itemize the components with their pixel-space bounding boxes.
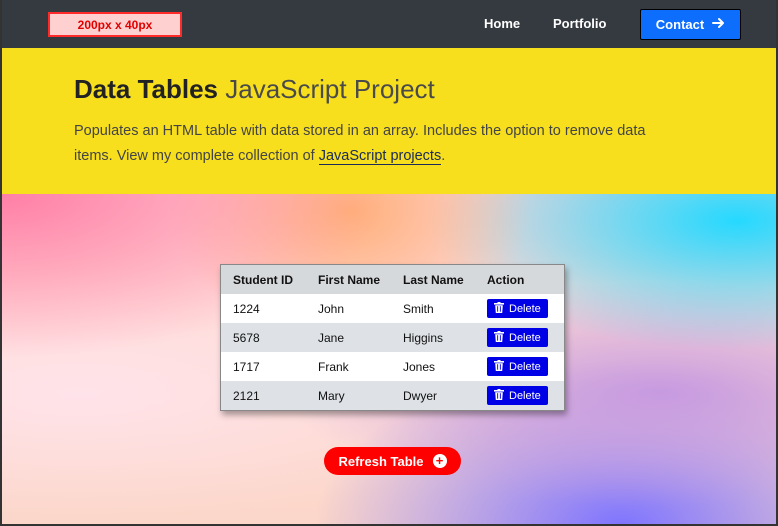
cell-student-id: 2121 [221, 381, 306, 410]
data-table-container: Student ID First Name Last Name Action 1… [220, 264, 565, 411]
cell-first-name: Mary [306, 381, 391, 410]
cell-last-name: Smith [391, 294, 475, 323]
arrow-right-icon [712, 17, 725, 32]
trash-icon [494, 330, 504, 345]
contact-button[interactable]: Contact [640, 9, 741, 40]
title-strong: Data Tables [74, 74, 219, 104]
delete-label: Delete [509, 302, 541, 315]
refresh-table-button[interactable]: Refresh Table + [324, 447, 461, 475]
javascript-projects-link[interactable]: JavaScript projects [318, 148, 442, 165]
table-row: 1717 Frank Jones Delete [221, 352, 564, 381]
header-first-name: First Name [306, 265, 391, 294]
header-student-id: Student ID [221, 265, 306, 294]
table-row: 5678 Jane Higgins Delete [221, 323, 564, 352]
cell-first-name: Jane [306, 323, 391, 352]
cell-action: Delete [475, 294, 564, 323]
delete-button[interactable]: Delete [487, 299, 548, 318]
table-row: 1224 John Smith Delete [221, 294, 564, 323]
delete-label: Delete [509, 389, 541, 402]
delete-button[interactable]: Delete [487, 328, 548, 347]
trash-icon [494, 301, 504, 316]
title-light: JavaScript Project [218, 74, 435, 104]
cell-action: Delete [475, 323, 564, 352]
table-row: 2121 Mary Dwyer Delete [221, 381, 564, 410]
cell-last-name: Higgins [391, 323, 475, 352]
project-description: Populates an HTML table with data stored… [74, 119, 674, 169]
delete-label: Delete [509, 331, 541, 344]
project-header: Data Tables JavaScript Project Populates… [2, 48, 776, 194]
plus-circle-icon: + [432, 454, 447, 468]
description-end: . [441, 148, 446, 164]
cell-action: Delete [475, 352, 564, 381]
cell-student-id: 1224 [221, 294, 306, 323]
navbar: 200px x 40px Home Portfolio Contact [2, 0, 776, 48]
page-title: Data Tables JavaScript Project [74, 74, 435, 105]
cell-first-name: Frank [306, 352, 391, 381]
refresh-label: Refresh Table [338, 453, 424, 469]
data-table: Student ID First Name Last Name Action 1… [221, 265, 564, 410]
delete-button[interactable]: Delete [487, 386, 548, 405]
page: 200px x 40px Home Portfolio Contact Data… [0, 0, 778, 526]
contact-label: Contact [655, 17, 705, 32]
cell-last-name: Dwyer [391, 381, 475, 410]
cell-student-id: 5678 [221, 323, 306, 352]
delete-button[interactable]: Delete [487, 357, 548, 376]
nav-portfolio-link[interactable]: Portfolio [553, 16, 606, 31]
cell-student-id: 1717 [221, 352, 306, 381]
table-header-row: Student ID First Name Last Name Action [221, 265, 564, 294]
trash-icon [494, 388, 504, 403]
cell-last-name: Jones [391, 352, 475, 381]
cell-action: Delete [475, 381, 564, 410]
nav-home-link[interactable]: Home [484, 16, 520, 31]
logo-placeholder[interactable]: 200px x 40px [48, 12, 182, 37]
cell-first-name: John [306, 294, 391, 323]
header-action: Action [475, 265, 564, 294]
trash-icon [494, 359, 504, 374]
delete-label: Delete [509, 360, 541, 373]
header-last-name: Last Name [391, 265, 475, 294]
